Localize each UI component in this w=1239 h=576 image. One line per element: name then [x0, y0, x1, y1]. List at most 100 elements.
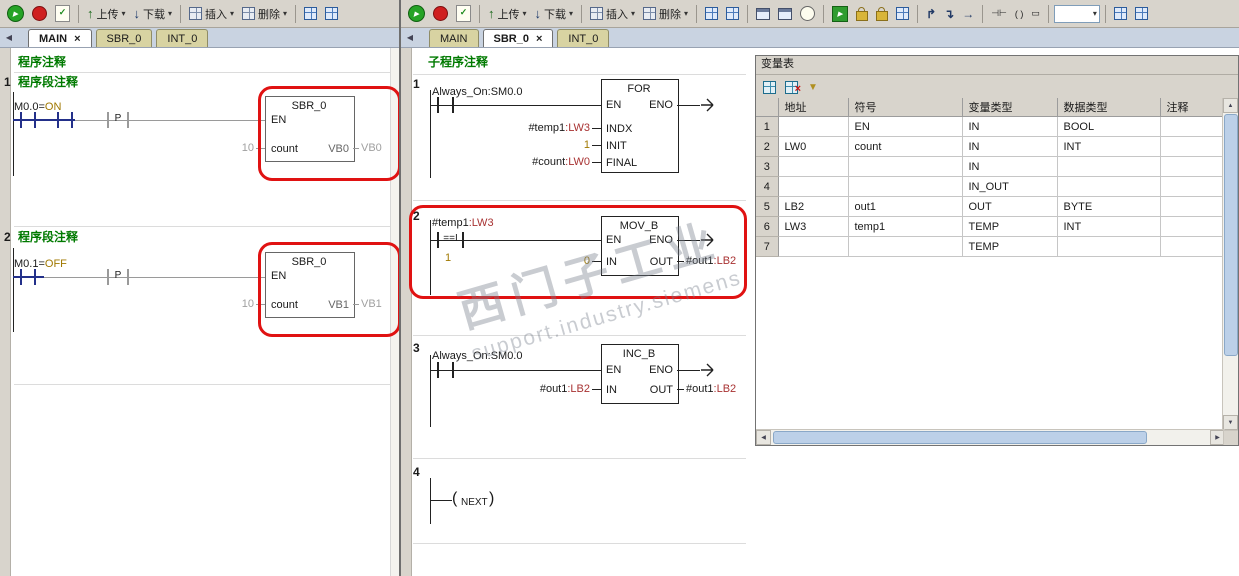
- cell-symbol[interactable]: [848, 176, 963, 197]
- window-cascade-button[interactable]: [753, 3, 773, 25]
- cell-data-type[interactable]: INT: [1057, 216, 1161, 237]
- tab-main[interactable]: MAIN: [429, 29, 479, 47]
- contact-always-on[interactable]: [437, 362, 454, 378]
- sbr0-call-box[interactable]: SBR_0 EN count VB1: [265, 252, 355, 318]
- edge-contact-p[interactable]: P: [107, 112, 129, 128]
- insert-button[interactable]: 插入 ▾: [587, 3, 638, 25]
- cell-comment[interactable]: [1160, 176, 1225, 197]
- scroll-left-button[interactable]: ◀: [756, 430, 771, 445]
- cell-symbol[interactable]: count: [848, 136, 963, 157]
- run-button[interactable]: ▶: [4, 3, 27, 25]
- compare-contact[interactable]: ==I: [437, 232, 464, 248]
- insert-contact-button[interactable]: ⊣⊢: [988, 3, 1010, 25]
- protect-button[interactable]: [873, 3, 891, 25]
- cell-addr[interactable]: [778, 156, 849, 177]
- run-button[interactable]: ▶: [405, 3, 428, 25]
- insert-button[interactable]: 插入 ▾: [186, 3, 237, 25]
- cell-symbol[interactable]: EN: [848, 116, 963, 137]
- cell-addr[interactable]: LW3: [778, 216, 849, 237]
- network-table-button-1[interactable]: [1111, 3, 1130, 25]
- tab-close-icon[interactable]: ×: [536, 33, 542, 45]
- subroutine-comment[interactable]: 子程序注释: [428, 56, 488, 69]
- cell-var-type[interactable]: TEMP: [962, 236, 1058, 257]
- left-editor[interactable]: 程序注释 1 程序段注释 M0.0=ON P SBR_0 EN count VB…: [0, 48, 399, 576]
- password-button[interactable]: [853, 3, 871, 25]
- cell-data-type[interactable]: [1057, 176, 1161, 197]
- tab-main[interactable]: MAIN ×: [28, 29, 92, 47]
- delete-row-button[interactable]: ×: [782, 78, 801, 96]
- row-number[interactable]: 5: [756, 196, 779, 217]
- cell-symbol[interactable]: [848, 156, 963, 177]
- cell-addr[interactable]: LB2: [778, 196, 849, 217]
- status-chart-button[interactable]: [723, 3, 742, 25]
- cell-var-type[interactable]: OUT: [962, 196, 1058, 217]
- row-number[interactable]: 6: [756, 216, 779, 237]
- cell-var-type[interactable]: IN: [962, 116, 1058, 137]
- compile-button[interactable]: ✓: [453, 3, 474, 25]
- insert-coil-button[interactable]: ( ): [1012, 3, 1027, 25]
- upload-button[interactable]: ↑ 上传 ▾: [485, 3, 530, 25]
- goto-down-button[interactable]: ↴: [941, 3, 957, 25]
- cell-var-type[interactable]: IN_OUT: [962, 176, 1058, 197]
- mov-b-box[interactable]: MOV_B EN ENO IN OUT: [601, 216, 679, 276]
- network-table-button-2[interactable]: [1132, 3, 1151, 25]
- cell-comment[interactable]: [1160, 196, 1225, 217]
- left-editor-scrollbar[interactable]: [390, 48, 399, 576]
- delete-button[interactable]: 删除 ▾: [640, 3, 691, 25]
- delete-button[interactable]: 删除 ▾: [239, 3, 290, 25]
- program-comment[interactable]: 程序注释: [18, 56, 66, 69]
- vertical-scrollbar[interactable]: ▲ ▼: [1222, 98, 1238, 430]
- window-tile-button[interactable]: [775, 3, 795, 25]
- cell-comment[interactable]: [1160, 116, 1225, 137]
- filter-button[interactable]: ▼: [804, 78, 822, 96]
- row-number[interactable]: 7: [756, 236, 779, 257]
- cell-var-type[interactable]: TEMP: [962, 216, 1058, 237]
- row-number[interactable]: 1: [756, 116, 779, 137]
- variable-table-titlebar[interactable]: 变量表: [756, 56, 1238, 75]
- scroll-down-button[interactable]: ▼: [1223, 415, 1238, 430]
- cell-symbol[interactable]: out1: [848, 196, 963, 217]
- view-dropdown[interactable]: ▾: [1053, 4, 1100, 23]
- cell-comment[interactable]: [1160, 216, 1225, 237]
- insert-row-button[interactable]: [760, 78, 778, 96]
- tab-int0[interactable]: INT_0: [557, 29, 610, 47]
- compile-button[interactable]: ✓: [52, 3, 73, 25]
- row-number[interactable]: 2: [756, 136, 779, 157]
- cell-data-type[interactable]: BYTE: [1057, 196, 1161, 217]
- cell-comment[interactable]: [1160, 236, 1225, 257]
- symbol-table-button[interactable]: [301, 3, 320, 25]
- program-block-button[interactable]: ▶: [829, 3, 851, 25]
- status-chart-button[interactable]: [322, 3, 341, 25]
- tab-sbr0[interactable]: SBR_0 ×: [482, 29, 554, 47]
- goto-right-button[interactable]: →: [959, 3, 977, 25]
- tab-close-icon[interactable]: ×: [74, 33, 80, 45]
- cell-addr[interactable]: [778, 176, 849, 197]
- download-button[interactable]: ↓ 下载 ▾: [131, 3, 176, 25]
- inc-b-box[interactable]: INC_B EN ENO IN OUT: [601, 344, 679, 404]
- insert-box-button[interactable]: ▭: [1028, 3, 1043, 25]
- upload-button[interactable]: ↑ 上传 ▾: [84, 3, 129, 25]
- row-number[interactable]: 4: [756, 176, 779, 197]
- edge-contact-p[interactable]: P: [107, 269, 129, 285]
- time-of-day-button[interactable]: [797, 3, 818, 25]
- network-title[interactable]: 程序段注释: [18, 231, 78, 244]
- variable-table-window[interactable]: 变量表 × ▼ 地址 符号 变量类型 数据类型 注释 1 EN IN BOOL 2 LW…: [755, 55, 1239, 446]
- cell-symbol[interactable]: [848, 236, 963, 257]
- goto-up-button[interactable]: ↱: [923, 3, 939, 25]
- contact-2[interactable]: [57, 112, 73, 128]
- cell-var-type[interactable]: IN: [962, 136, 1058, 157]
- tab-sbr0[interactable]: SBR_0: [95, 29, 153, 47]
- tab-int0[interactable]: INT_0: [156, 29, 209, 47]
- cell-var-type[interactable]: IN: [962, 156, 1058, 177]
- cell-addr[interactable]: [778, 116, 849, 137]
- scroll-up-button[interactable]: ▲: [1223, 98, 1238, 113]
- cell-data-type[interactable]: INT: [1057, 136, 1161, 157]
- network-title[interactable]: 程序段注释: [18, 76, 78, 89]
- cell-data-type[interactable]: [1057, 236, 1161, 257]
- cell-symbol[interactable]: temp1: [848, 216, 963, 237]
- for-box[interactable]: FOR EN ENO INDX INIT FINAL: [601, 79, 679, 173]
- contact-always-on[interactable]: [437, 97, 454, 113]
- cell-comment[interactable]: [1160, 156, 1225, 177]
- horizontal-scrollbar[interactable]: ◀ ▶: [756, 429, 1225, 445]
- next-coil[interactable]: NEXT: [461, 496, 488, 509]
